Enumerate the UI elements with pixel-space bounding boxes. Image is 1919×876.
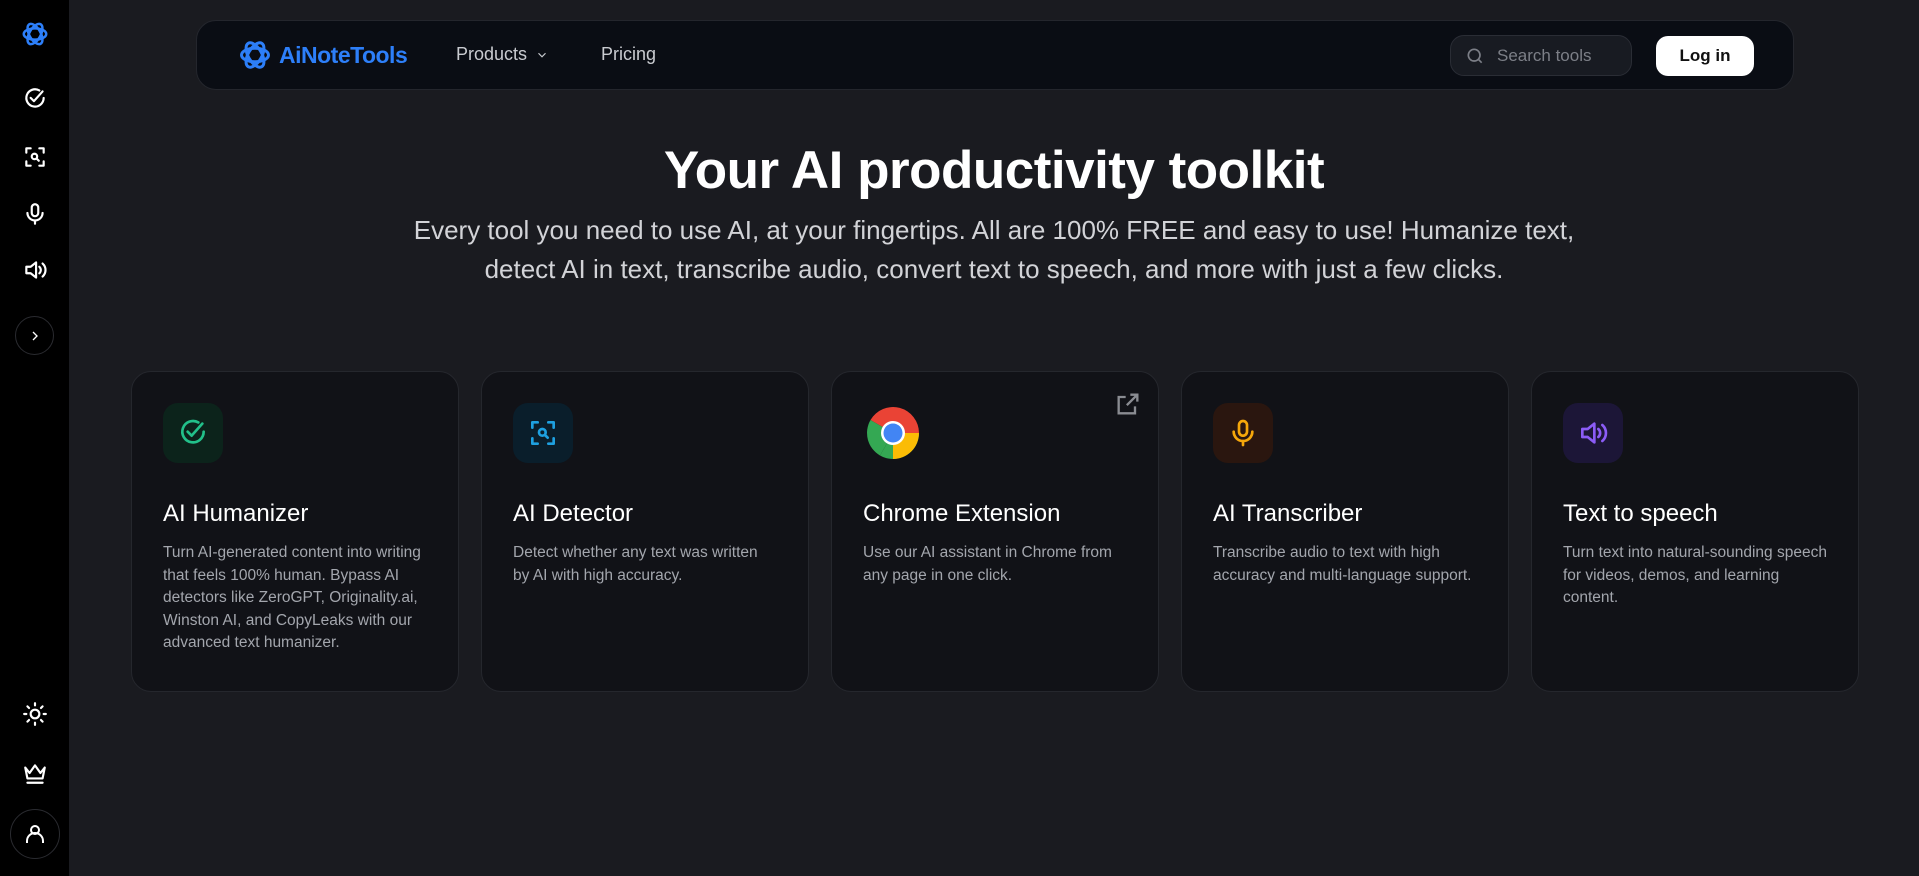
- external-link-icon[interactable]: [1114, 390, 1142, 418]
- card-description: Turn AI-generated content into writing t…: [163, 544, 421, 652]
- sidebar: [0, 0, 69, 876]
- card-description: Transcribe audio to text with high accur…: [1213, 544, 1472, 584]
- brand-name: AiNoteTools: [279, 41, 408, 68]
- user-account-button[interactable]: [10, 809, 60, 859]
- subtitle-line: Every tool you need to use AI, at your f…: [413, 215, 1575, 245]
- chrome-icon: [863, 403, 923, 463]
- microphone-icon: [1213, 403, 1273, 463]
- sun-icon[interactable]: [20, 699, 50, 729]
- search-placeholder: Search tools: [1497, 45, 1592, 65]
- speaker-icon[interactable]: [20, 255, 50, 285]
- top-navbar: AiNoteTools Products Pricing Search tool…: [196, 20, 1794, 90]
- card-title: AI Humanizer: [163, 500, 309, 527]
- humanizer-icon: [163, 403, 223, 463]
- brand-logo[interactable]: AiNoteTools: [237, 37, 408, 73]
- humanizer-icon[interactable]: [20, 84, 50, 114]
- speaker-icon: [1563, 403, 1623, 463]
- microphone-icon[interactable]: [20, 199, 50, 229]
- tool-card-ai-transcriber[interactable]: AI Transcriber Transcribe audio to text …: [1181, 371, 1509, 692]
- chevron-down-icon: [538, 52, 546, 58]
- card-title: AI Detector: [513, 500, 634, 527]
- page-title: Your AI productivity toolkit: [663, 141, 1325, 200]
- products-label: Products: [456, 44, 528, 64]
- card-title: Chrome Extension: [863, 500, 1061, 527]
- chevron-right-icon: [32, 331, 38, 340]
- card-title: Text to speech: [1563, 500, 1718, 527]
- expand-sidebar-button[interactable]: [15, 316, 54, 355]
- tool-card-ai-humanizer[interactable]: AI Humanizer Turn AI-generated content i…: [131, 371, 459, 692]
- logo-icon: [240, 41, 270, 69]
- user-icon: [26, 825, 44, 843]
- card-description: Detect whether any text was written by A…: [513, 544, 758, 584]
- card-description: Use our AI assistant in Chrome from any …: [863, 544, 1112, 584]
- subtitle-line: detect AI in text, transcribe audio, con…: [484, 254, 1504, 284]
- detector-icon: [513, 403, 573, 463]
- products-menu[interactable]: Products: [456, 44, 549, 65]
- tool-card-chrome-extension[interactable]: Chrome Extension Use our AI assistant in…: [831, 371, 1159, 692]
- detector-icon[interactable]: [20, 142, 50, 172]
- pricing-link[interactable]: Pricing: [601, 44, 656, 65]
- page-subtitle: Every tool you need to use AI, at your f…: [69, 211, 1919, 289]
- login-button[interactable]: Log in: [1656, 36, 1754, 76]
- search-icon: [1467, 48, 1483, 63]
- logo-icon[interactable]: [20, 19, 50, 49]
- search-input[interactable]: Search tools: [1450, 35, 1632, 76]
- crown-icon[interactable]: [20, 758, 50, 788]
- tool-card-ai-detector[interactable]: AI Detector Detect whether any text was …: [481, 371, 809, 692]
- tool-card-text-to-speech[interactable]: Text to speech Turn text into natural-so…: [1531, 371, 1859, 692]
- card-description: Turn text into natural-sounding speech f…: [1563, 544, 1827, 607]
- card-title: AI Transcriber: [1213, 500, 1363, 527]
